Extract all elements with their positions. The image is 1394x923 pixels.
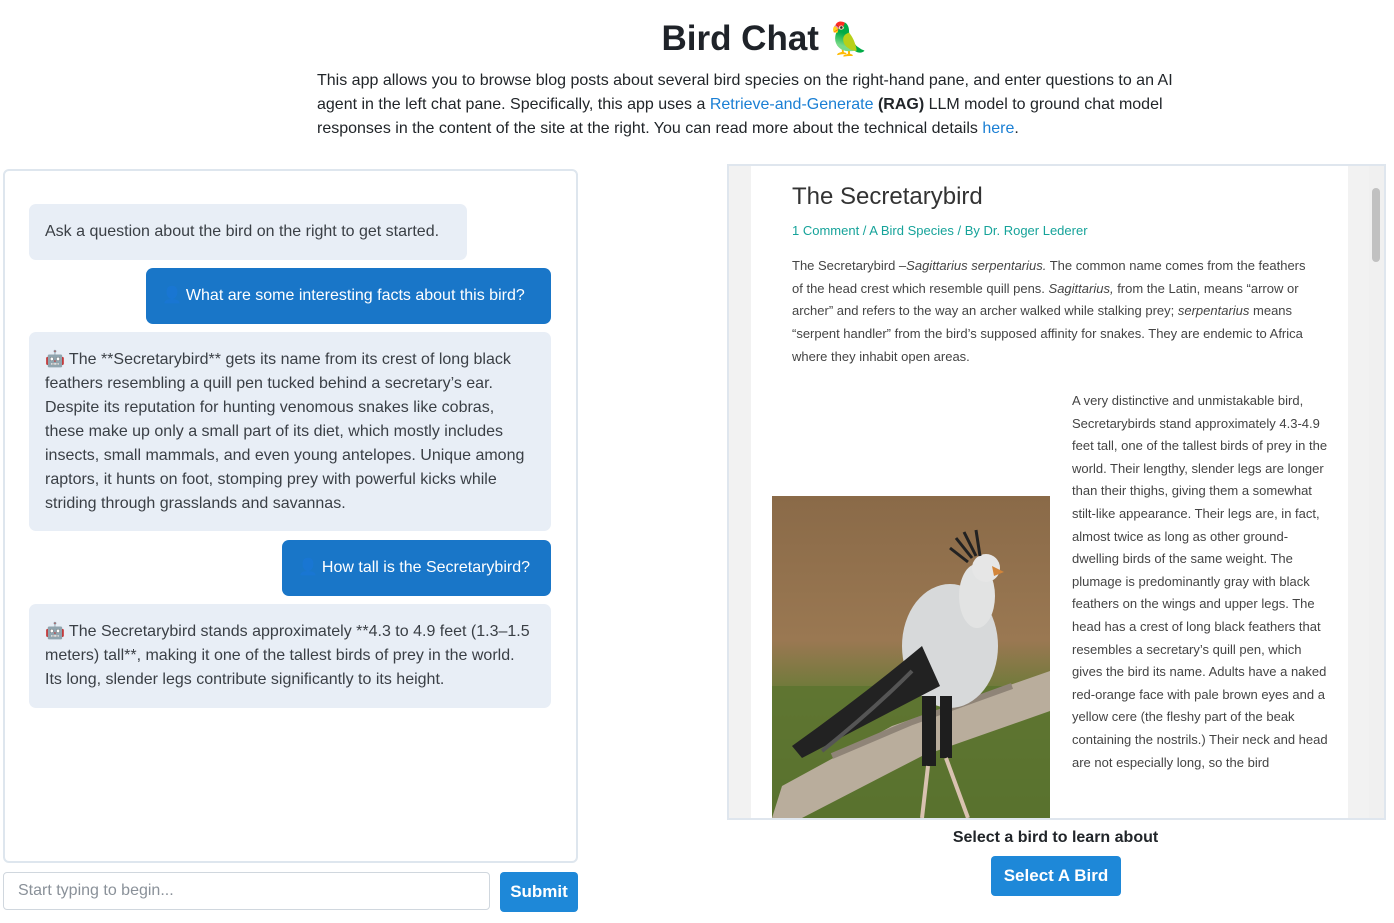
user-message: 👤 What are some interesting facts about t… [146,268,551,324]
user-icon: 👤 [162,287,182,304]
message-text: How tall is the Secretarybird? [321,559,531,576]
latin-word: serpentarius [1177,303,1250,319]
select-bird-label: Select a bird to learn about [952,829,1159,846]
article-title: The Secretarybird [792,183,983,210]
article-scrollbar[interactable] [1369,166,1384,818]
page-title: Bird Chat 🦜 [0,16,1394,62]
intro-paragraph: This app allows you to browse blog posts… [317,69,1207,141]
article-page: The Secretarybird 1 Comment / A Bird Spe… [751,166,1348,818]
article-intro: The Secretarybird –Sagittarius serpentar… [792,255,1312,369]
here-link[interactable]: here [982,120,1014,137]
bot-message: 🤖 The Secretarybird stands approximately … [29,604,551,708]
chat-input[interactable] [3,872,490,910]
message-text: The Secretarybird stands approximately *… [45,623,530,688]
rag-abbr: (RAG) [877,96,925,113]
chat-pane: Ask a question about the bird on the rig… [3,169,578,863]
article-meta[interactable]: 1 Comment / A Bird Species / By Dr. Roge… [792,222,1088,240]
parrot-icon: 🦜 [828,21,869,57]
scientific-name: Sagittarius serpentarius. [906,258,1047,273]
robot-icon: 🤖 [45,351,65,368]
robot-icon: 🤖 [45,623,65,640]
intro-segment: The Secretarybird – [792,258,907,273]
article-body: A very distinctive and unmistakable bird… [1072,393,1328,770]
select-bird-button[interactable]: Select A Bird [991,856,1121,896]
message-text: Ask a question about the bird on the rig… [45,223,440,240]
user-icon: 👤 [298,559,318,576]
user-message: 👤 How tall is the Secretarybird? [282,540,551,596]
latin-word: Sagittarius, [1048,280,1114,296]
message-text: What are some interesting facts about th… [185,287,525,304]
secretarybird-photo [772,496,1050,818]
submit-button[interactable]: Submit [500,872,578,912]
bot-message: Ask a question about the bird on the rig… [29,204,467,260]
title-text: Bird Chat [661,19,819,58]
bot-message: 🤖 The **Secretarybird** gets its name fro… [29,332,551,531]
scrollbar-thumb[interactable] [1372,188,1380,262]
rag-link[interactable]: Retrieve-and-Generate [710,96,874,113]
article-iframe[interactable]: The Secretarybird 1 Comment / A Bird Spe… [727,164,1386,820]
message-text: The **Secretarybird** gets its name from… [45,351,525,512]
intro-end: . [1014,120,1019,137]
